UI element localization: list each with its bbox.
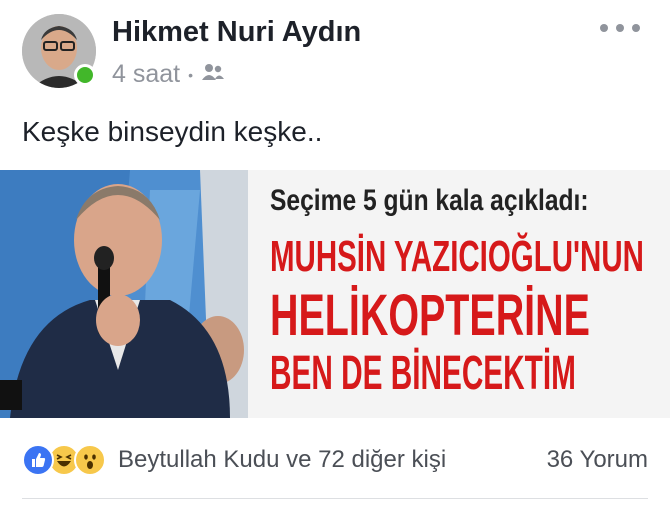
post-meta: 4 saat •	[112, 60, 225, 89]
comments-count[interactable]: 36 Yorum	[547, 446, 648, 474]
friends-icon	[201, 60, 225, 89]
speaker-photo	[0, 170, 248, 418]
footer-divider	[22, 498, 648, 499]
headline-line-1: MUHSİN YAZICIOĞLU'NUN	[270, 232, 644, 281]
reactions-bar: Beytullah Kudu ve 72 diğer kişi 36 Yorum	[0, 436, 670, 486]
meta-separator: •	[188, 66, 194, 83]
post-header: Hikmet Nuri Aydın 4 saat •	[0, 0, 670, 100]
headline-subtitle: Seçime 5 gün kala açıkladı:	[270, 184, 589, 217]
reactions-summary[interactable]: Beytullah Kudu ve 72 diğer kişi	[118, 446, 446, 474]
post-image[interactable]: Seçime 5 gün kala açıkladı: MUHSİN YAZIC…	[0, 170, 670, 418]
headline-line-3: BEN DE BİNECEKTİM	[270, 347, 576, 400]
online-status-indicator	[74, 64, 96, 86]
headline-panel: Seçime 5 gün kala açıkladı: MUHSİN YAZIC…	[248, 170, 670, 418]
more-options-icon[interactable]	[600, 18, 640, 38]
headline-line-2: HELİKOPTERİNE	[270, 283, 590, 348]
post-timestamp[interactable]: 4 saat	[112, 60, 180, 89]
author-name[interactable]: Hikmet Nuri Aydın	[112, 16, 361, 49]
reaction-icons[interactable]	[22, 444, 106, 476]
wow-icon	[74, 444, 106, 476]
post-text: Keşke binseydin keşke..	[22, 116, 323, 147]
like-icon	[22, 444, 54, 476]
